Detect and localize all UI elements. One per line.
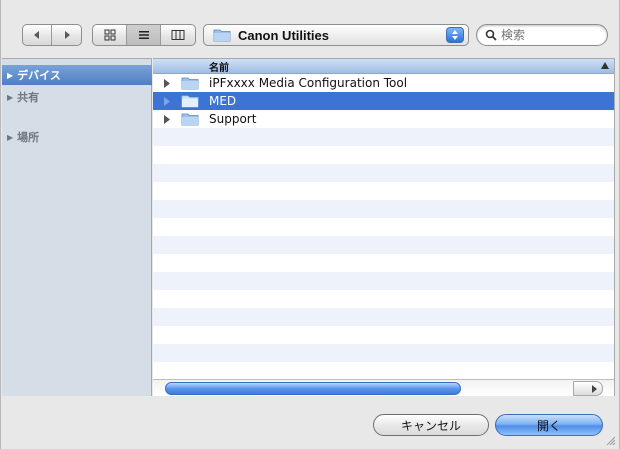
name-column-header[interactable]: 名前 bbox=[153, 59, 614, 74]
location-popup[interactable]: Canon Utilities bbox=[203, 24, 469, 46]
back-forward-buttons bbox=[22, 24, 82, 46]
disclosure-triangle-icon[interactable]: ▶ bbox=[7, 71, 13, 80]
scroll-arrows[interactable] bbox=[573, 381, 603, 396]
back-button[interactable] bbox=[23, 25, 53, 45]
sidebar-item-shared[interactable]: ▶ 共有 bbox=[2, 87, 152, 107]
sidebar-item-label: 場所 bbox=[17, 131, 40, 144]
view-mode-buttons bbox=[92, 24, 196, 46]
sidebar: ▶ デバイス ▶ 共有 ▶ 場所 bbox=[2, 58, 152, 396]
empty-row bbox=[153, 200, 614, 218]
search-input[interactable] bbox=[501, 28, 591, 42]
open-file-dialog: Canon Utilities ▶ デバイス ▶ 共有 ▶ 場所 bbox=[0, 0, 620, 449]
empty-row bbox=[153, 272, 614, 290]
cancel-button[interactable]: キャンセル bbox=[373, 414, 489, 436]
empty-row bbox=[153, 182, 614, 200]
search-field[interactable] bbox=[476, 24, 608, 46]
column-view-button[interactable] bbox=[161, 25, 195, 45]
column-header-label: 名前 bbox=[209, 62, 229, 74]
empty-row bbox=[153, 308, 614, 326]
sidebar-item-label: デバイス bbox=[17, 69, 61, 82]
back-arrow-icon bbox=[34, 31, 39, 39]
empty-row bbox=[153, 164, 614, 182]
empty-row bbox=[153, 146, 614, 164]
empty-row bbox=[153, 218, 614, 236]
icon-view-button[interactable] bbox=[93, 25, 127, 45]
file-name: Support bbox=[209, 112, 257, 126]
column-view-icon bbox=[171, 30, 185, 40]
disclosure-triangle-icon[interactable]: ▶ bbox=[7, 133, 13, 142]
list-item-selected[interactable]: MED bbox=[153, 92, 614, 110]
list-item[interactable]: Support bbox=[153, 110, 614, 128]
disclosure-triangle-icon[interactable]: ▶ bbox=[7, 93, 13, 102]
empty-row bbox=[153, 128, 614, 146]
scroll-right-arrow-icon[interactable] bbox=[591, 384, 598, 393]
file-name: iPFxxxx Media Configuration Tool bbox=[209, 76, 408, 90]
sidebar-item-places[interactable]: ▶ 場所 bbox=[2, 127, 152, 147]
sort-ascending-icon bbox=[601, 62, 609, 69]
disclosure-triangle-icon[interactable] bbox=[153, 96, 181, 106]
disclosure-triangle-icon[interactable] bbox=[153, 78, 181, 88]
empty-row bbox=[153, 344, 614, 362]
empty-row bbox=[153, 326, 614, 344]
location-label: Canon Utilities bbox=[238, 27, 330, 43]
open-button[interactable]: 開く bbox=[495, 414, 603, 436]
list-item[interactable]: iPFxxxx Media Configuration Tool bbox=[153, 74, 614, 92]
empty-row bbox=[153, 362, 614, 380]
disclosure-triangle-icon[interactable] bbox=[153, 114, 181, 124]
popup-stepper-icon[interactable] bbox=[446, 27, 464, 43]
sidebar-item-devices[interactable]: ▶ デバイス bbox=[2, 65, 152, 85]
forward-button[interactable] bbox=[52, 25, 81, 45]
folder-icon bbox=[181, 94, 203, 108]
file-list: 名前 iPFxxxx Media Configuration Tool MED … bbox=[153, 58, 615, 396]
icon-view-icon bbox=[104, 29, 115, 41]
folder-icon bbox=[181, 112, 203, 126]
folder-icon bbox=[181, 76, 203, 90]
empty-row bbox=[153, 290, 614, 308]
toolbar: Canon Utilities bbox=[1, 0, 620, 56]
folder-icon bbox=[213, 29, 231, 42]
sidebar-item-label: 共有 bbox=[17, 91, 40, 104]
list-view-button[interactable] bbox=[127, 25, 161, 45]
empty-row bbox=[153, 254, 614, 272]
search-icon bbox=[485, 29, 497, 41]
list-view-icon bbox=[138, 31, 149, 39]
forward-arrow-icon bbox=[64, 31, 70, 39]
scrollbar-thumb[interactable] bbox=[165, 382, 461, 395]
empty-row bbox=[153, 236, 614, 254]
file-name: MED bbox=[209, 94, 237, 108]
resize-grip-icon[interactable] bbox=[605, 435, 615, 445]
horizontal-scrollbar[interactable] bbox=[153, 379, 614, 396]
file-rows: iPFxxxx Media Configuration Tool MED Sup… bbox=[153, 74, 614, 380]
